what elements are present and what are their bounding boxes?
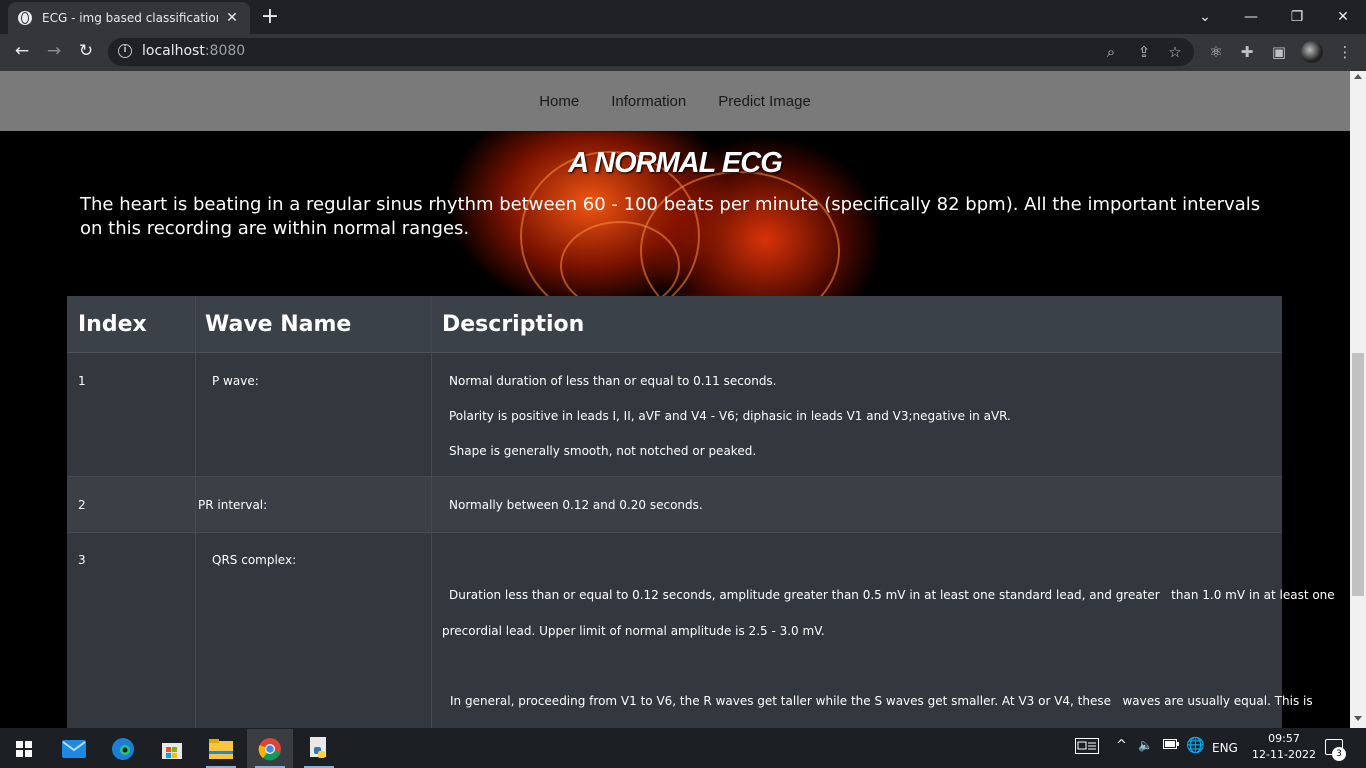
language-indicator[interactable]: ENG <box>1212 741 1238 755</box>
file-explorer-icon[interactable] <box>198 729 244 768</box>
row-wave-name: PR interval: <box>198 498 268 512</box>
chrome-browser-icon[interactable] <box>247 729 293 768</box>
header-index: Index <box>78 312 147 337</box>
react-devtools-icon[interactable]: ⚛ <box>1206 42 1226 62</box>
row-index: 1 <box>78 374 86 388</box>
share-icon[interactable]: ⇪ <box>1134 42 1154 62</box>
page-title: A NORMAL ECG <box>568 147 783 179</box>
url-host: localhost <box>142 43 205 59</box>
scroll-up-arrow-icon[interactable] <box>1354 74 1362 79</box>
battery-icon[interactable] <box>1163 738 1179 752</box>
tab-search-icon[interactable]: ⌄ <box>1182 0 1228 34</box>
description-line: precordial lead. Upper limit of normal a… <box>442 624 825 638</box>
column-divider <box>195 296 196 728</box>
bookmark-star-icon[interactable]: ☆ <box>1165 42 1185 62</box>
row-index: 3 <box>78 553 86 567</box>
row-wave-name: P wave: <box>212 374 259 388</box>
row-description: Duration less than or equal to 0.12 seco… <box>442 588 1335 708</box>
description-line: In general, proceeding from V1 to V6, th… <box>450 694 1313 708</box>
clock-time: 09:57 <box>1268 732 1300 745</box>
extensions-icon[interactable]: ✚ <box>1237 42 1257 62</box>
header-description: Description <box>442 312 585 337</box>
row-description: Normally between 0.12 and 0.20 seconds. <box>449 498 703 512</box>
mail-app-icon[interactable] <box>51 729 97 768</box>
row-index: 2 <box>78 498 86 512</box>
menu-kebab-icon[interactable]: ⋮ <box>1335 42 1355 62</box>
store-app-icon[interactable] <box>149 729 195 768</box>
table-header-row: Index Wave Name Description <box>67 296 1282 353</box>
browser-tab-bar: ECG - img based classification for ✕ + ⌄… <box>0 0 1366 34</box>
network-globe-icon[interactable]: 🌐 <box>1186 736 1205 754</box>
clock-date: 12-11-2022 <box>1252 748 1316 761</box>
back-arrow-icon[interactable]: ← <box>10 40 34 64</box>
description-line: Shape is generally smooth, not notched o… <box>449 444 757 458</box>
site-info-icon[interactable]: i <box>118 44 132 58</box>
zoom-icon[interactable]: ⌕ <box>1101 42 1121 62</box>
intro-text: The heart is beating in a regular sinus … <box>80 194 1261 239</box>
restore-button[interactable]: ❐ <box>1274 0 1320 34</box>
nav-predict-image-link[interactable]: Predict Image <box>718 93 811 110</box>
edge-browser-icon[interactable] <box>100 729 146 768</box>
tab-close-icon[interactable]: ✕ <box>224 10 240 26</box>
top-nav: Home Information Predict Image <box>0 71 1350 131</box>
profile-avatar[interactable] <box>1301 41 1323 63</box>
url-port: :8080 <box>204 43 246 59</box>
description-line: Duration less than or equal to 0.12 seco… <box>449 588 1335 602</box>
column-divider <box>431 296 432 728</box>
new-tab-button[interactable]: + <box>260 4 280 29</box>
row-wave-name: QRS complex: <box>212 553 297 567</box>
globe-icon <box>18 11 32 25</box>
table-row: 1 P wave: Normal duration of less than o… <box>67 353 1282 477</box>
python-idle-icon[interactable] <box>296 729 342 768</box>
nav-home-link[interactable]: Home <box>539 93 579 110</box>
ecg-wave-table: Index Wave Name Description 1 P wave: No… <box>67 296 1335 728</box>
scroll-down-arrow-icon[interactable] <box>1354 716 1362 721</box>
url-text[interactable]: localhost:8080 <box>142 43 245 59</box>
news-widget-icon[interactable] <box>1075 738 1099 757</box>
scrollbar-thumb[interactable] <box>1352 353 1364 596</box>
page-viewport: Home Information Predict Image A NORMAL … <box>0 71 1350 728</box>
description-line: Normally between 0.12 and 0.20 seconds. <box>449 498 703 512</box>
description-line: Normal duration of less than or equal to… <box>449 374 777 388</box>
table-row: 3 QRS complex: Duration less than or equ… <box>67 533 1335 728</box>
row-description: Normal duration of less than or equal to… <box>449 374 1011 458</box>
system-clock[interactable]: 09:57 12-11-2022 <box>1250 731 1318 763</box>
volume-icon[interactable]: 🔈 <box>1138 738 1153 752</box>
browser-tab[interactable]: ECG - img based classification for ✕ <box>8 2 250 34</box>
description-line: Polarity is positive in leads I, II, aVF… <box>449 409 1011 423</box>
windows-start-icon[interactable] <box>16 741 32 757</box>
header-wave-name: Wave Name <box>205 312 352 337</box>
tab-title: ECG - img based classification for <box>42 11 218 25</box>
nav-information-link[interactable]: Information <box>611 93 686 110</box>
notification-count-badge: 3 <box>1332 747 1346 761</box>
minimize-button[interactable]: — <box>1228 0 1274 34</box>
chevron-up-icon[interactable]: ^ <box>1116 738 1127 753</box>
table-row: 2 PR interval: Normally between 0.12 and… <box>67 477 1282 533</box>
forward-arrow-icon[interactable]: → <box>42 40 66 64</box>
reload-icon[interactable]: ↻ <box>74 40 98 64</box>
side-panel-icon[interactable]: ▣ <box>1269 42 1289 62</box>
close-window-button[interactable]: ✕ <box>1320 0 1366 34</box>
address-bar[interactable] <box>108 38 1194 66</box>
